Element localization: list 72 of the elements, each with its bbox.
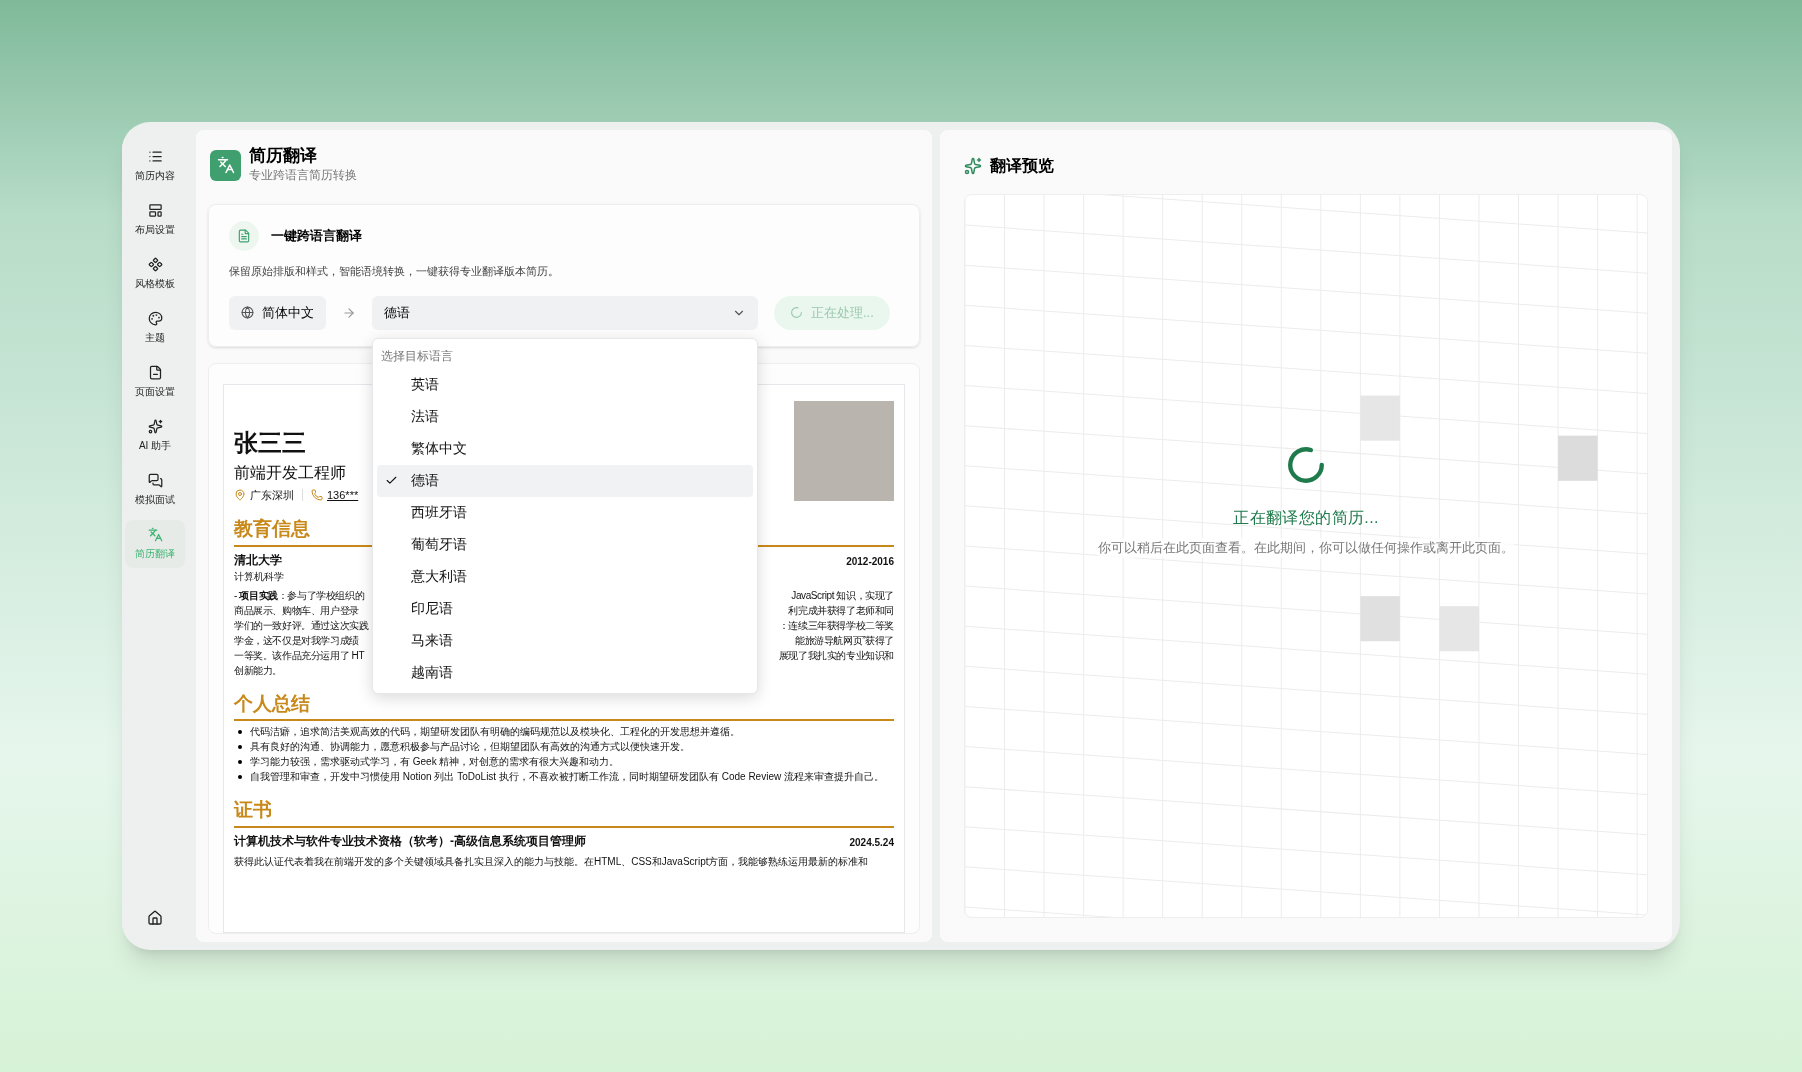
language-option[interactable]: 法语 bbox=[377, 400, 753, 433]
language-option[interactable]: 英语 bbox=[377, 368, 753, 401]
section-heading: 证书 bbox=[234, 796, 894, 828]
page-subtitle: 专业跨语言简历转换 bbox=[249, 167, 357, 184]
location-pin-icon bbox=[234, 488, 246, 501]
education-text: JavaScript 知识，实现了 bbox=[791, 588, 894, 603]
sidebar-item[interactable]: 风格模板 bbox=[125, 250, 185, 298]
sidebar-item[interactable]: AI 助手 bbox=[125, 412, 185, 460]
sidebar-item[interactable]: 布局设置 bbox=[125, 196, 185, 244]
target-language-select[interactable]: 德语 bbox=[372, 295, 758, 330]
language-option[interactable]: 西班牙语 bbox=[377, 496, 753, 529]
source-language-chip: 简体中文 bbox=[229, 295, 326, 330]
study-period: 2012-2016 bbox=[846, 554, 894, 569]
sparkles-icon bbox=[964, 157, 982, 175]
certificate-description: 获得此认证代表着我在前端开发的多个关键领域具备扎实且深入的能力与技能。在HTML、CSS和JavaScript方面，我能够熟练运用最新的标准和 bbox=[234, 854, 870, 869]
summary-text: 自我管理和审查，开发中习惯使用 Notion 列出 ToDoList 执行，不喜欢被打断工作流，同时期望研发团队有 Code Review 流程来审查提升自己。 bbox=[250, 770, 884, 784]
palette-icon bbox=[147, 311, 163, 326]
document-icon bbox=[237, 229, 251, 243]
phone-link[interactable]: 136*** bbox=[327, 486, 359, 503]
language-option[interactable]: 葡萄牙语 bbox=[377, 528, 753, 561]
language-option[interactable]: 马来语 bbox=[377, 624, 753, 657]
sidebar-item[interactable]: 主题 bbox=[125, 304, 185, 352]
summary-text: 具有良好的沟通、协调能力，愿意积极参与产品讨论，但期望团队有高效的沟通方式以便快速开发。 bbox=[250, 740, 690, 754]
sidebar-item[interactable]: 页面设置 bbox=[125, 358, 185, 406]
arrow-right-icon bbox=[342, 305, 356, 320]
education-text: 展现了我扎实的专业知识和 bbox=[778, 648, 894, 663]
education-text: 创新能力。 bbox=[234, 663, 282, 678]
education-text: 一等奖。该作品充分运用了 HT bbox=[234, 648, 365, 663]
certificate-title: 计算机技术与软件专业技术资格（软考）-高级信息系统项目管理师 bbox=[234, 832, 586, 850]
education-text: ：连续三年获得学校二等奖 bbox=[778, 618, 894, 633]
resume-role: 前端开发工程师 bbox=[234, 462, 347, 483]
sidebar-item[interactable]: 模拟面试 bbox=[125, 466, 185, 514]
major-text: 计算机科学 bbox=[234, 569, 284, 584]
education-text: 学金，这不仅是对我学习成绩 bbox=[234, 633, 359, 648]
certificate-date: 2024.5.24 bbox=[849, 835, 894, 850]
translate-icon bbox=[147, 527, 163, 542]
summary-text: 代码洁癖，追求简洁美观高效的代码，期望研发团队有明确的编码规范以及模块化、工程化的开发思想并遵循。 bbox=[250, 725, 740, 739]
location-text: 广东深圳 bbox=[250, 487, 294, 503]
card-description: 保留原始排版和样式，智能语境转换，一键获得专业翻译版本简历。 bbox=[229, 264, 560, 279]
layout-icon bbox=[147, 203, 163, 218]
education-text: 学们的一致好评。通过这次实践 bbox=[234, 618, 369, 633]
dropdown-heading: 选择目标语言 bbox=[380, 347, 454, 365]
sidebar-item[interactable]: 简历内容 bbox=[125, 142, 185, 190]
language-option[interactable]: 越南语 bbox=[377, 656, 753, 689]
diamonds-icon bbox=[147, 257, 163, 272]
page-title: 简历翻译 bbox=[249, 146, 318, 166]
language-option[interactable]: 印尼语 bbox=[377, 592, 753, 625]
spinner-icon bbox=[790, 306, 803, 319]
education-text: 能旅游导航网页”获得了 bbox=[795, 633, 894, 648]
section-heading: 个人总结 bbox=[234, 689, 894, 721]
education-text: 商品展示、购物车、用户登录 bbox=[234, 603, 359, 618]
phone-icon bbox=[311, 488, 323, 501]
chat-icon bbox=[147, 473, 163, 488]
translate-logo bbox=[210, 149, 241, 181]
preview-title: 翻译预览 bbox=[990, 156, 1054, 176]
list-icon bbox=[147, 149, 163, 164]
education-text: - 项目实践：参与了学校组织的 bbox=[234, 588, 365, 603]
language-option[interactable]: 繁体中文 bbox=[377, 432, 753, 465]
education-text: 利完成并获得了老师和同 bbox=[788, 603, 894, 618]
status-text: 正在翻译您的简历... bbox=[1233, 508, 1379, 529]
status-note: 你可以稍后在此页面查看。在此期间，你可以做任何操作或离开此页面。 bbox=[1098, 538, 1514, 558]
summary-text: 学习能力较强，需求驱动式学习，有 Geek 精神，对创意的需求有很大兴趣和动力。 bbox=[250, 755, 620, 769]
globe-icon bbox=[241, 306, 254, 319]
school-name: 清北大学 bbox=[234, 551, 282, 569]
language-option[interactable]: 德语 bbox=[377, 464, 753, 497]
check-icon bbox=[385, 474, 398, 487]
sparkles-icon bbox=[147, 419, 163, 434]
card-title: 一键跨语言翻译 bbox=[271, 227, 362, 246]
language-option[interactable]: 意大利语 bbox=[377, 560, 753, 593]
document-icon bbox=[147, 365, 163, 380]
home-icon[interactable] bbox=[147, 910, 163, 926]
resume-name: 张三三 bbox=[234, 427, 307, 458]
